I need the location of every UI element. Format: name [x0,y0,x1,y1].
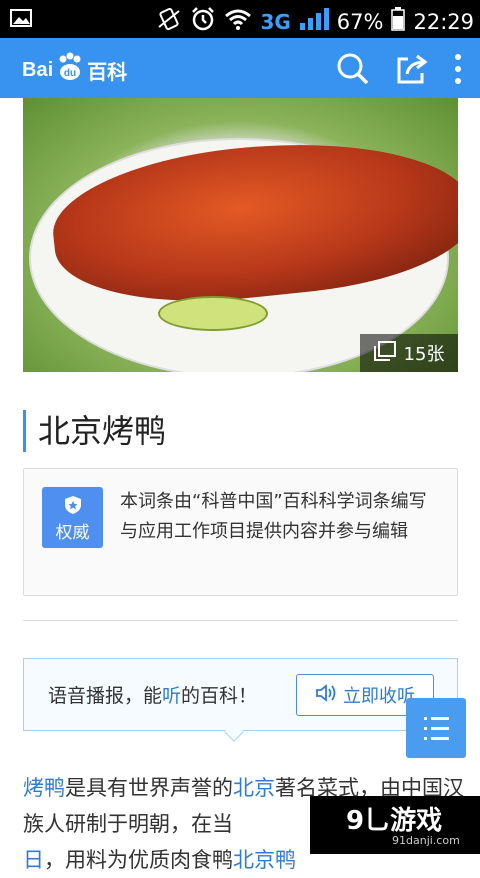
battery-percent: 67% [337,10,384,34]
image-notification-icon [10,9,32,32]
more-icon[interactable] [454,53,462,89]
intro-text-1: 是具有世界声誉的 [65,776,233,800]
authority-badge-label: 权威 [42,518,103,543]
shield-icon [64,495,82,519]
voice-highlight: 听 [162,685,181,707]
search-icon[interactable] [336,52,370,90]
authority-box: 权威 本词条由“科普中国”百科科学词条编写与应用工作项目提供内容并参与编辑 [23,468,458,596]
watermark-site: 91danji.com [392,834,460,847]
table-of-contents-button[interactable] [406,698,466,758]
paw-icon: du [55,52,85,88]
toc-icon [406,743,466,762]
cucumber-shape [158,296,268,331]
link-beijing-duck[interactable]: 北京鸭 [233,848,296,872]
voice-prefix: 语音播报，能 [48,685,162,707]
watermark-brand: 9乚游戏 [346,800,442,837]
voice-banner-text: 语音播报，能听的百科！ [48,681,257,708]
network-type: 3G [260,10,290,34]
battery-icon [391,7,405,36]
divider [23,620,458,621]
page-title: 北京烤鸭 [38,410,166,452]
gallery-icon [374,341,396,366]
authority-description: 本词条由“科普中国”百科科学词条编写与应用工作项目提供内容并参与编辑 [120,487,440,547]
wifi-icon [224,8,252,35]
share-icon[interactable] [396,53,428,89]
photo-count: 15张 [404,340,445,366]
speaker-icon [315,683,339,708]
app-bar: Bai du 百科 [0,38,480,98]
signal-icon [299,8,329,35]
baidu-baike-logo[interactable]: Bai du 百科 [22,52,127,88]
authority-badge[interactable]: 权威 [42,487,103,548]
logo-text-left: Bai [22,59,53,82]
photo-counter[interactable]: 15张 [360,334,458,372]
listen-now-label: 立即收听 [343,682,415,708]
link-line3[interactable]: 日 [23,848,44,872]
intro-text-3: ，用料为优质肉食鸭 [44,848,233,872]
voice-suffix: 的百科！ [181,685,257,707]
site-watermark: 9乚游戏 91danji.com [310,796,480,854]
svg-text:du: du [64,68,76,79]
clock: 22:29 [413,10,474,34]
alarm-icon [190,6,216,37]
link-beijing[interactable]: 北京 [233,776,275,800]
title-block: 北京烤鸭 [23,410,166,452]
hero-image[interactable]: 15张 [23,98,458,372]
voice-broadcast-banner: 语音播报，能听的百科！ 立即收听 [23,658,458,731]
status-bar: 3G 67% 22:29 [0,0,480,38]
vibrate-icon [156,7,182,36]
logo-text-right: 百科 [87,56,127,85]
banner-pointer [224,722,244,742]
link-roast-duck[interactable]: 烤鸭 [23,776,65,800]
